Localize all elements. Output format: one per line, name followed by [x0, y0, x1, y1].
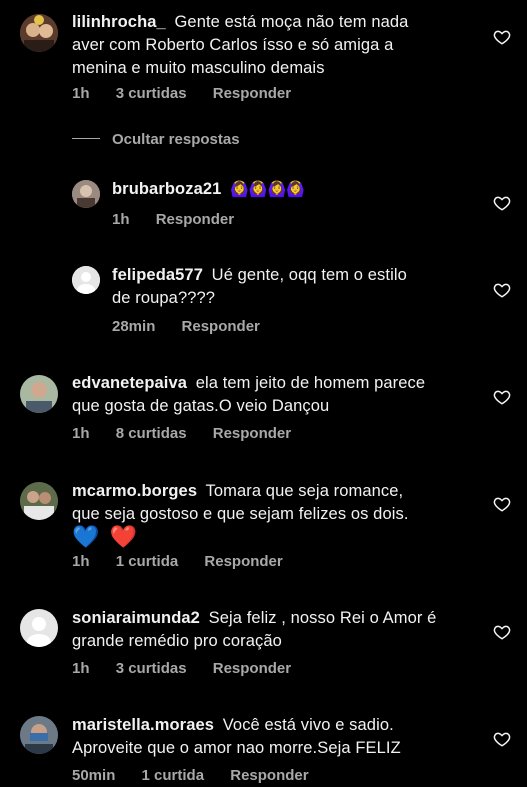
comment-meta: 50min 1 curtida Responder: [72, 767, 331, 784]
blue-heart-emoji: 💙: [72, 524, 100, 549]
hide-replies-button[interactable]: Ocultar respostas: [72, 131, 240, 151]
heart-outline-icon[interactable]: [493, 623, 511, 641]
comment-time[interactable]: 1h: [72, 660, 90, 677]
avatar[interactable]: [20, 716, 58, 754]
reply-meta: 1h Responder: [112, 211, 256, 228]
comment-likes[interactable]: 3 curtidas: [116, 85, 187, 102]
avatar[interactable]: [20, 375, 58, 413]
avatar[interactable]: [20, 14, 58, 52]
comment-username[interactable]: mcarmo.borges: [72, 482, 197, 500]
comment-text-line: aver com Roberto Carlos ísso e só amiga …: [72, 36, 394, 54]
comment-meta: 1h 1 curtida Responder: [72, 553, 305, 570]
comment-text: mcarmo.borges Tomara que seja romance, q…: [72, 480, 492, 551]
comment-time[interactable]: 1h: [72, 425, 90, 442]
comment-meta: 1h 3 curtidas Responder: [72, 85, 313, 102]
reply-button[interactable]: Responder: [182, 318, 260, 335]
reply-meta: 28min Responder: [112, 318, 282, 335]
comment-likes[interactable]: 1 curtida: [116, 553, 179, 570]
reply-button[interactable]: Responder: [204, 553, 282, 570]
reply-username[interactable]: felipeda577: [112, 266, 203, 284]
comment-username[interactable]: maristella.moraes: [72, 716, 214, 734]
comment-time[interactable]: 1h: [72, 553, 90, 570]
comment-text: soniaraimunda2 Seja feliz , nosso Rei o …: [72, 607, 482, 653]
comment-text-line: Gente está moça não tem nada: [174, 13, 409, 31]
heart-outline-icon[interactable]: [493, 28, 511, 46]
reply-button[interactable]: Responder: [230, 767, 308, 784]
comment-text-line: que gosta de gatas.O veio Dançou: [72, 397, 330, 415]
comment-text: maristella.moraes Você está vivo e sadio…: [72, 714, 492, 760]
comment-username[interactable]: soniaraimunda2: [72, 609, 200, 627]
reply-text-line: de roupa????: [112, 289, 216, 307]
reply-button[interactable]: Responder: [156, 211, 234, 228]
comment-text-line: ela tem jeito de homem parece: [195, 374, 426, 392]
reply-text-line: Ué gente, oqq tem o estilo: [211, 266, 407, 284]
comment-text: lilinhrocha_ Gente está moça não tem nad…: [72, 11, 482, 80]
comment-text-line: que seja gostoso e que sejam felizes os …: [72, 505, 409, 523]
hide-replies-label: Ocultar respostas: [112, 131, 240, 148]
comment-text-line: Você está vivo e sadio.: [222, 716, 394, 734]
comment-likes[interactable]: 1 curtida: [142, 767, 205, 784]
comment-likes[interactable]: 8 curtidas: [116, 425, 187, 442]
comment-time[interactable]: 50min: [72, 767, 115, 784]
comment-text-line: menina e muito masculino demais: [72, 59, 325, 77]
avatar[interactable]: [72, 180, 100, 208]
comment-meta: 1h 3 curtidas Responder: [72, 660, 313, 677]
reply-emoji-text: 🙆‍♀️🙆‍♀️🙆‍♀️🙆‍♀️: [230, 181, 306, 198]
comment-time[interactable]: 1h: [72, 85, 90, 102]
reply-button[interactable]: Responder: [213, 85, 291, 102]
reply-time[interactable]: 28min: [112, 318, 155, 335]
heart-outline-icon[interactable]: [493, 194, 511, 212]
heart-outline-icon[interactable]: [493, 730, 511, 748]
comment-text-line: Aproveite que o amor nao morre.Seja FELI…: [72, 739, 401, 757]
comment-text-line: grande remédio pro coração: [72, 632, 282, 650]
divider-line: [72, 138, 100, 140]
default-avatar-icon[interactable]: [20, 609, 58, 647]
heart-outline-icon[interactable]: [493, 388, 511, 406]
reply-text: brubarboza21 🙆‍♀️🙆‍♀️🙆‍♀️🙆‍♀️: [112, 178, 492, 201]
heart-outline-icon[interactable]: [493, 495, 511, 513]
avatar[interactable]: [20, 482, 58, 520]
default-avatar-icon[interactable]: [72, 266, 100, 294]
comment-text-line: Seja feliz , nosso Rei o Amor é: [208, 609, 437, 627]
reply-time[interactable]: 1h: [112, 211, 130, 228]
comment-username[interactable]: lilinhrocha_: [72, 13, 166, 31]
comment-meta: 1h 8 curtidas Responder: [72, 425, 313, 442]
reply-button[interactable]: Responder: [213, 660, 291, 677]
comment-text: edvanetepaiva ela tem jeito de homem par…: [72, 372, 482, 418]
comment-text-line: Tomara que seja romance,: [205, 482, 404, 500]
reply-button[interactable]: Responder: [213, 425, 291, 442]
reply-username[interactable]: brubarboza21: [112, 180, 221, 198]
comment-likes[interactable]: 3 curtidas: [116, 660, 187, 677]
red-heart-emoji: ❤️: [109, 524, 137, 549]
comment-username[interactable]: edvanetepaiva: [72, 374, 187, 392]
reply-text: felipeda577 Ué gente, oqq tem o estilo d…: [112, 264, 492, 310]
heart-outline-icon[interactable]: [493, 281, 511, 299]
